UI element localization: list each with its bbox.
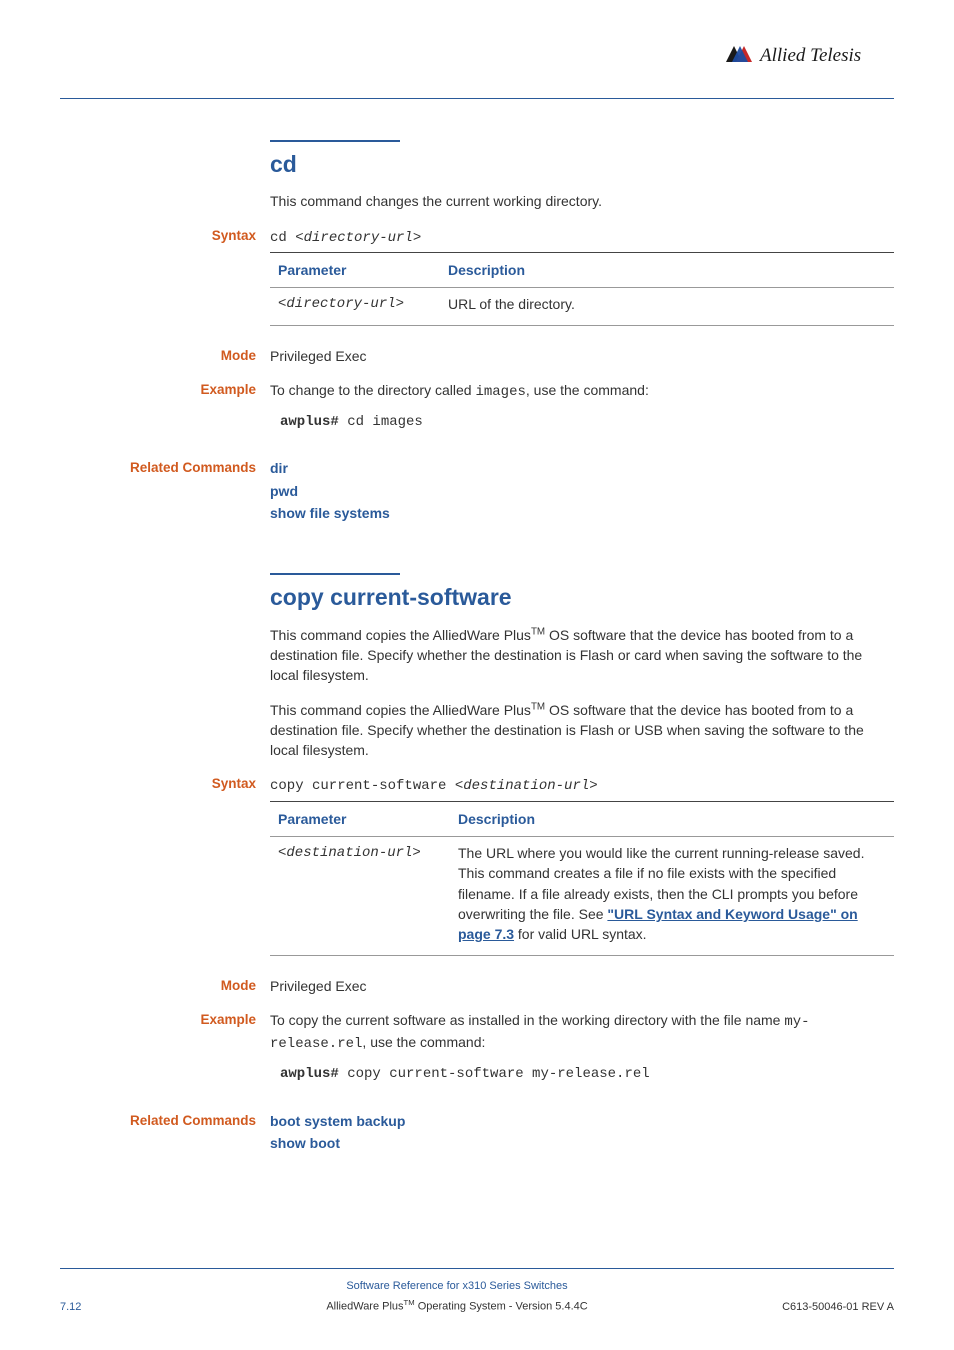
copy-desc2: This command copies the AlliedWare PlusT… (270, 700, 894, 761)
desc-header: Description (450, 801, 894, 836)
page-number: 7.12 (60, 1300, 160, 1316)
copy-example-cmd: copy current-software my-release.rel (339, 1066, 650, 1082)
related-link-show-file-systems[interactable]: show file systems (270, 503, 894, 523)
related-commands-label: Related Commands (60, 1111, 270, 1156)
copy-params-table: Parameter Description <destination-url> … (270, 801, 894, 956)
syntax-label: Syntax (60, 226, 270, 332)
cd-syntax-cmd: cd (270, 230, 295, 246)
copy-example-post: , use the command: (362, 1034, 485, 1050)
section-rule (270, 140, 400, 142)
desc-header: Description (440, 252, 894, 287)
cd-param-name: <directory-url> (270, 288, 440, 325)
mode-label: Mode (60, 976, 270, 996)
cd-param-desc: URL of the directory. (440, 288, 894, 325)
copy-example-pre: To copy the current software as installe… (270, 1012, 784, 1028)
footer-subtitle: AlliedWare PlusTM Operating System - Ver… (160, 1297, 754, 1316)
cd-example-post: , use the command: (526, 382, 649, 398)
param-header: Parameter (270, 801, 450, 836)
copy-mode-value: Privileged Exec (270, 976, 894, 996)
cd-mode-value: Privileged Exec (270, 346, 894, 366)
brand-text: Allied Telesis (758, 45, 861, 66)
related-link-show-boot[interactable]: show boot (270, 1133, 894, 1153)
footer-rule (60, 1268, 894, 1269)
syntax-label: Syntax (60, 774, 270, 961)
cd-description: This command changes the current working… (270, 191, 894, 211)
related-link-pwd[interactable]: pwd (270, 481, 894, 501)
example-label: Example (60, 380, 270, 445)
page-footer: 7.12 Software Reference for x310 Series … (60, 1268, 894, 1316)
copy-desc1: This command copies the AlliedWare PlusT… (270, 625, 894, 686)
brand-logo: Allied Telesis (724, 40, 894, 70)
related-link-boot-system-backup[interactable]: boot system backup (270, 1111, 894, 1131)
related-link-dir[interactable]: dir (270, 458, 894, 478)
copy-heading: copy current-software (270, 581, 894, 614)
cd-example-pre: To change to the directory called (270, 382, 475, 398)
cd-prompt: awplus# (280, 414, 339, 430)
copy-prompt: awplus# (280, 1066, 339, 1082)
table-row: <directory-url> URL of the directory. (270, 288, 894, 325)
copy-param-name: <destination-url> (270, 837, 450, 955)
cd-params-table: Parameter Description <directory-url> UR… (270, 252, 894, 326)
mode-label: Mode (60, 346, 270, 366)
header-rule (60, 98, 894, 99)
section-rule (270, 573, 400, 575)
copy-syntax-arg: <destination-url> (455, 778, 598, 794)
cd-syntax-arg: <directory-url> (295, 230, 421, 246)
cd-example-code: images (475, 384, 525, 400)
copy-syntax-cmd: copy current-software (270, 778, 455, 794)
copy-param-desc: The URL where you would like the current… (450, 837, 894, 955)
cd-example-cmd: cd images (339, 414, 423, 430)
example-label: Example (60, 1010, 270, 1097)
cd-heading: cd (270, 148, 894, 181)
table-row: <destination-url> The URL where you woul… (270, 837, 894, 955)
footer-title: Software Reference for x310 Series Switc… (160, 1279, 754, 1295)
footer-revision: C613-50046-01 REV A (754, 1300, 894, 1316)
param-header: Parameter (270, 252, 440, 287)
related-commands-label: Related Commands (60, 458, 270, 525)
